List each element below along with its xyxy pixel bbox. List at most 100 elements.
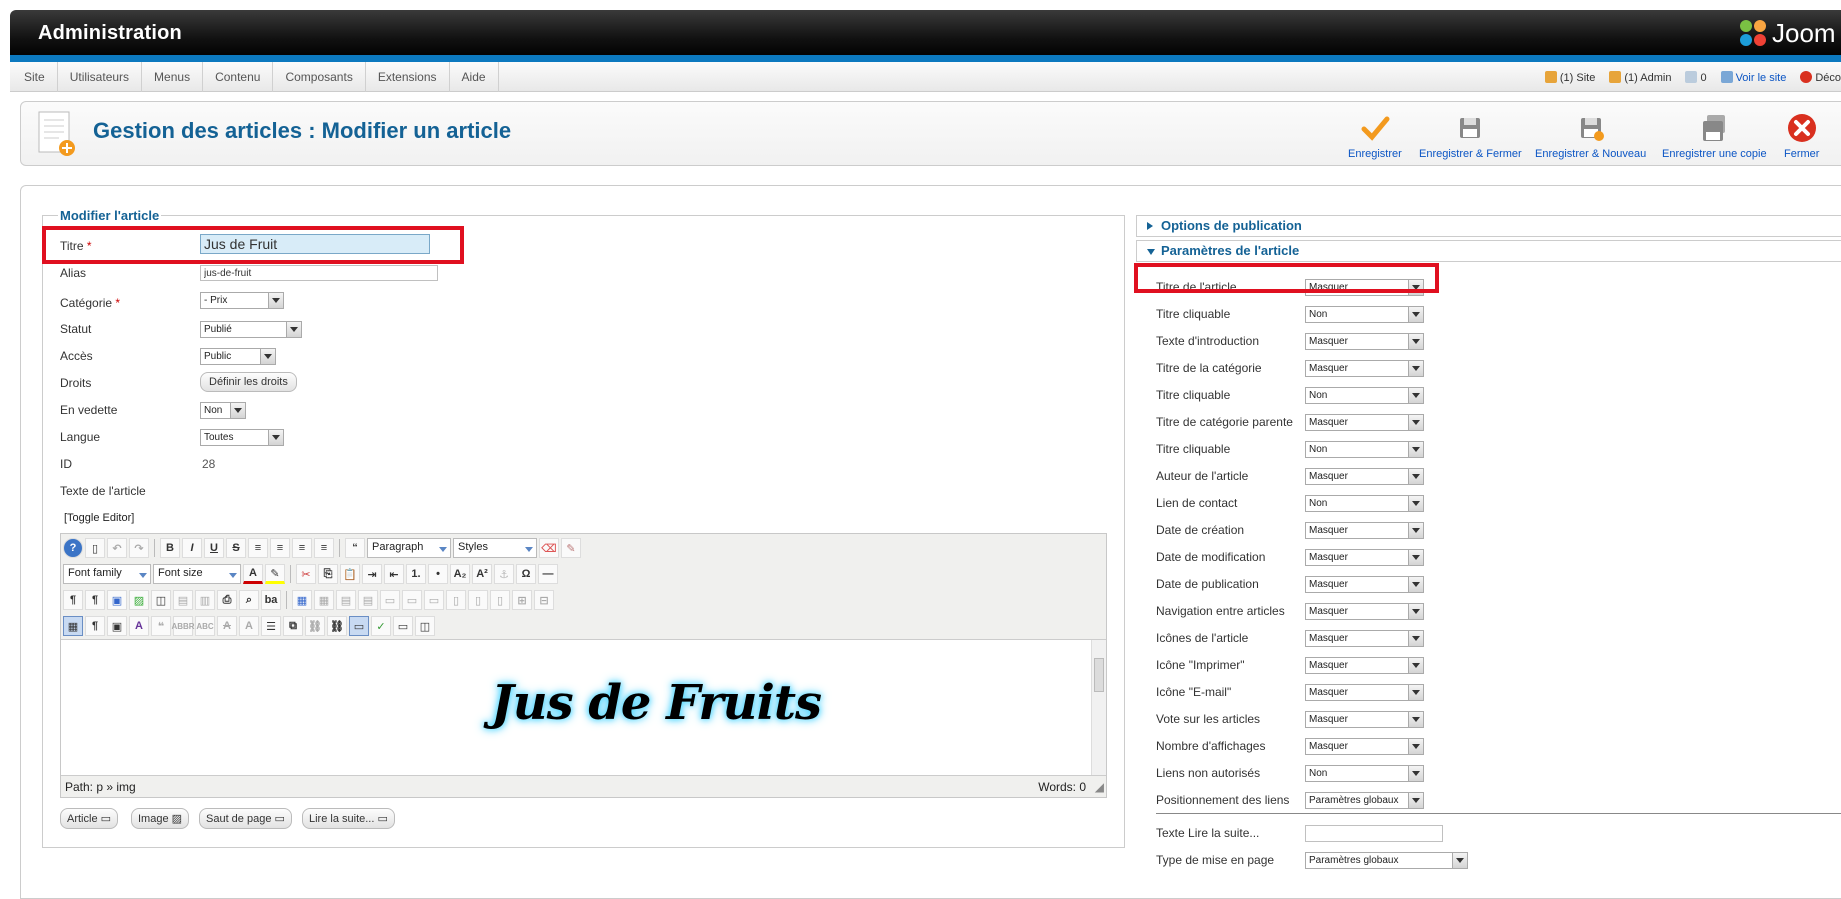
find-icon[interactable]: ⌕: [239, 590, 259, 610]
indent-icon[interactable]: ⇥: [362, 564, 382, 584]
align-left-icon[interactable]: ≡: [292, 538, 312, 558]
param-select[interactable]: Masquer: [1305, 630, 1424, 647]
cleanup-icon[interactable]: ✎: [561, 538, 581, 558]
replace-icon[interactable]: ba: [261, 590, 281, 610]
editor-content-area[interactable]: Jus de Fruits: [61, 639, 1106, 776]
insert-layer-icon[interactable]: ⧉: [283, 616, 303, 636]
resize-handle-icon[interactable]: ◢: [1095, 776, 1104, 798]
param-select[interactable]: Masquer: [1305, 333, 1424, 350]
param-select[interactable]: Non: [1305, 495, 1424, 512]
param-select[interactable]: Masquer: [1305, 414, 1424, 431]
template-icon[interactable]: ▤: [173, 590, 193, 610]
delete-col-icon[interactable]: ▯: [490, 590, 510, 610]
font-family-select[interactable]: Font family: [63, 564, 151, 584]
save-new-button[interactable]: Enregistrer & Nouveau: [1535, 112, 1646, 160]
bullet-list-icon[interactable]: •: [428, 564, 448, 584]
param-select[interactable]: Non: [1305, 441, 1424, 458]
logout-link[interactable]: Déco: [1800, 70, 1841, 84]
readmore-text-input[interactable]: [1305, 825, 1443, 842]
menu-components[interactable]: Composants: [273, 62, 366, 92]
status-site[interactable]: (1) Site: [1544, 70, 1595, 84]
rtl-icon[interactable]: ¶: [85, 590, 105, 610]
fullscreen-icon[interactable]: ▭: [349, 616, 369, 636]
undo-icon[interactable]: ↶: [107, 538, 127, 558]
anchor-icon[interactable]: ⚓: [494, 564, 514, 584]
help-icon[interactable]: ?: [63, 538, 83, 558]
save-close-button[interactable]: Enregistrer & Fermer: [1419, 112, 1522, 160]
align-right-icon[interactable]: ≡: [314, 538, 334, 558]
param-select[interactable]: Masquer: [1305, 522, 1424, 539]
outdent-icon[interactable]: ⇤: [384, 564, 404, 584]
param-select[interactable]: Masquer: [1305, 549, 1424, 566]
menu-content[interactable]: Contenu: [203, 62, 274, 92]
insert-row-before-icon[interactable]: ▭: [380, 590, 400, 610]
access-select[interactable]: Public: [200, 348, 276, 365]
read-more-button[interactable]: Lire la suite... ▭: [302, 808, 395, 829]
toggle-editor-link[interactable]: [Toggle Editor]: [64, 512, 134, 524]
insert-article-button[interactable]: Article ▭: [60, 808, 119, 829]
featured-select[interactable]: Non: [200, 402, 246, 419]
acronym-icon[interactable]: ABC: [195, 616, 215, 636]
article-title-image[interactable]: Jus de Fruits: [491, 675, 822, 745]
subscript-icon[interactable]: A₂: [450, 564, 470, 584]
align-center-icon[interactable]: ≡: [270, 538, 290, 558]
special-char-icon[interactable]: Ω: [516, 564, 536, 584]
view-site-link[interactable]: Voir le site: [1720, 70, 1786, 84]
highlight-icon[interactable]: ✎: [265, 564, 285, 584]
insert-image-button[interactable]: Image ▨: [131, 808, 190, 829]
delete-row-icon[interactable]: ▭: [424, 590, 444, 610]
image-icon[interactable]: ▨: [129, 590, 149, 610]
param-select[interactable]: Masquer: [1305, 657, 1424, 674]
status-messages[interactable]: 0: [1685, 70, 1707, 84]
pagebreak-icon[interactable]: ▭: [393, 616, 413, 636]
superscript-icon[interactable]: A²: [472, 564, 492, 584]
ordered-list-icon[interactable]: 1.: [406, 564, 426, 584]
horizontal-rule-icon[interactable]: —: [538, 564, 558, 584]
merge-cells-icon[interactable]: ⊟: [534, 590, 554, 610]
publication-options-header[interactable]: Options de publication: [1136, 215, 1841, 237]
category-select[interactable]: - Prix: [200, 292, 284, 309]
abbr-icon[interactable]: ABBR: [171, 616, 195, 636]
cell-props-icon[interactable]: ▤: [358, 590, 378, 610]
menu-extensions[interactable]: Extensions: [366, 62, 450, 92]
param-select[interactable]: Non: [1305, 306, 1424, 323]
status-select[interactable]: Publié: [200, 321, 302, 338]
unlink-icon[interactable]: ⛓: [327, 616, 347, 636]
param-select[interactable]: Masquer: [1305, 468, 1424, 485]
ins-icon[interactable]: A: [239, 616, 259, 636]
link-icon[interactable]: ⛓: [305, 616, 325, 636]
paste-icon[interactable]: 📋: [340, 564, 360, 584]
cite-icon[interactable]: ❝: [151, 616, 171, 636]
menu-site[interactable]: Site: [10, 62, 58, 92]
text-color-icon[interactable]: A: [243, 564, 263, 584]
align-justify-icon[interactable]: ≡: [248, 538, 268, 558]
format-select[interactable]: Paragraph: [367, 538, 451, 558]
styles-select[interactable]: Styles: [453, 538, 537, 558]
copy-icon[interactable]: ⎘: [318, 564, 338, 584]
split-view-icon[interactable]: ◫: [415, 616, 435, 636]
scrollbar-thumb[interactable]: [1094, 658, 1104, 692]
table-props-icon[interactable]: ▦: [314, 590, 334, 610]
underline-icon[interactable]: U: [204, 538, 224, 558]
bold-icon[interactable]: B: [160, 538, 180, 558]
menu-menus[interactable]: Menus: [142, 62, 204, 92]
attributes-icon[interactable]: ☰: [261, 616, 281, 636]
layout-type-select[interactable]: Paramètres globaux: [1305, 852, 1468, 869]
strikethrough-icon[interactable]: S: [226, 538, 246, 558]
param-select[interactable]: Masquer: [1305, 711, 1424, 728]
insert-table-icon[interactable]: ▦: [292, 590, 312, 610]
param-select[interactable]: Masquer: [1305, 738, 1424, 755]
font-size-select[interactable]: Font size: [153, 564, 241, 584]
blockquote-icon[interactable]: “: [345, 538, 365, 558]
param-select[interactable]: Masquer: [1305, 603, 1424, 620]
param-select[interactable]: Masquer: [1305, 684, 1424, 701]
show-blocks-icon[interactable]: ¶: [85, 616, 105, 636]
param-select[interactable]: Paramètres globaux: [1305, 792, 1424, 809]
preview-icon[interactable]: ▥: [195, 590, 215, 610]
article-params-header[interactable]: Paramètres de l'article: [1136, 240, 1841, 262]
visual-aid-icon[interactable]: ▦: [63, 616, 83, 636]
language-select[interactable]: Toutes: [200, 429, 284, 446]
save-button[interactable]: Enregistrer: [1348, 112, 1402, 160]
row-props-icon[interactable]: ▤: [336, 590, 356, 610]
code-icon[interactable]: ◫: [151, 590, 171, 610]
